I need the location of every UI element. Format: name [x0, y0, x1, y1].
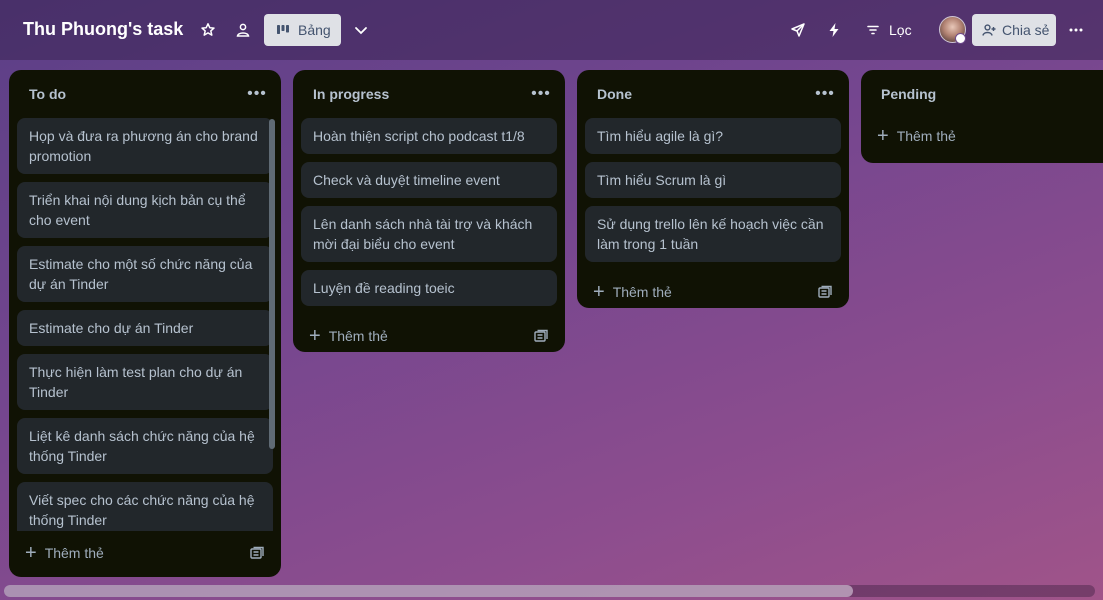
list-header: In progress •••: [293, 70, 565, 118]
card[interactable]: Luyện đề reading toeic: [301, 270, 557, 306]
add-card-button[interactable]: + Thêm thẻ: [593, 282, 672, 302]
card[interactable]: Lên danh sách nhà tài trợ và khách mời đ…: [301, 206, 557, 262]
board-icon: [277, 25, 289, 34]
filter-label: Lọc: [889, 22, 912, 38]
list-header: Done •••: [577, 70, 849, 118]
people-icon[interactable]: [229, 16, 257, 44]
add-person-icon: [982, 24, 996, 36]
list-more-icon[interactable]: •••: [813, 85, 837, 103]
add-card-button[interactable]: + Thêm thẻ: [877, 126, 956, 146]
card[interactable]: Triển khai nội dung kịch bản cụ thể cho …: [17, 182, 273, 238]
plus-icon: +: [593, 281, 605, 303]
list-header: Pending: [861, 70, 1103, 118]
list-cards-scroll[interactable]: Họp và đưa ra phương án cho brand promot…: [9, 118, 281, 531]
chevron-down-icon[interactable]: [347, 16, 375, 44]
add-card-button[interactable]: + Thêm thẻ: [309, 326, 388, 346]
view-board-button[interactable]: Bảng: [264, 14, 341, 46]
star-icon[interactable]: [194, 16, 222, 44]
add-card-label: Thêm thẻ: [328, 328, 388, 344]
plus-icon: +: [877, 125, 889, 147]
list-title[interactable]: To do: [29, 86, 66, 102]
card[interactable]: Estimate cho một số chức năng của dự án …: [17, 246, 273, 302]
card-list: Tìm hiểu agile là gì? Tìm hiểu Scrum là …: [577, 118, 849, 262]
card[interactable]: Estimate cho dự án Tinder: [17, 310, 273, 346]
board-scrollbar-thumb[interactable]: [4, 585, 853, 597]
list-scrollbar[interactable]: [269, 119, 275, 449]
list-footer: + Thêm thẻ: [293, 314, 565, 358]
add-card-label: Thêm thẻ: [44, 545, 104, 561]
list-footer: + Thêm thẻ: [861, 118, 1103, 154]
list-footer: + Thêm thẻ: [9, 531, 281, 575]
view-label: Bảng: [298, 22, 331, 38]
card-list: Hoàn thiện script cho podcast t1/8 Check…: [293, 118, 565, 306]
share-button[interactable]: Chia sẻ: [972, 14, 1056, 46]
list-done: Done ••• Tìm hiểu agile là gì? Tìm hiểu …: [577, 70, 849, 308]
list-more-icon[interactable]: •••: [529, 85, 553, 103]
list-pending: Pending + Thêm thẻ: [861, 70, 1103, 163]
list-to-do: To do ••• Họp và đưa ra phương án cho br…: [9, 70, 281, 577]
plus-icon: +: [25, 542, 37, 564]
card-template-icon[interactable]: [249, 545, 265, 561]
filter-icon: [867, 25, 879, 35]
add-card-label: Thêm thẻ: [896, 128, 956, 144]
board-header: Thu Phuong's task Bảng Lọc Chia sẻ: [0, 0, 1103, 60]
list-footer: + Thêm thẻ: [577, 270, 849, 314]
card-template-icon[interactable]: [533, 328, 549, 344]
card[interactable]: Thực hiện làm test plan cho dự án Tinder: [17, 354, 273, 410]
more-icon[interactable]: [1062, 16, 1090, 44]
add-card-button[interactable]: + Thêm thẻ: [25, 543, 104, 563]
list-title[interactable]: Pending: [881, 86, 936, 102]
share-label: Chia sẻ: [1002, 22, 1050, 38]
lightning-icon[interactable]: [820, 16, 848, 44]
list-title[interactable]: Done: [597, 86, 632, 102]
admin-badge-icon: [955, 33, 966, 44]
list-header: To do •••: [9, 70, 281, 118]
card[interactable]: Tìm hiểu Scrum là gì: [585, 162, 841, 198]
list-more-icon[interactable]: •••: [245, 85, 269, 103]
plus-icon: +: [309, 325, 321, 347]
card-template-icon[interactable]: [817, 284, 833, 300]
add-card-label: Thêm thẻ: [612, 284, 672, 300]
card[interactable]: Check và duyệt timeline event: [301, 162, 557, 198]
rocket-icon[interactable]: [784, 16, 812, 44]
card[interactable]: Viết spec cho các chức năng của hệ thống…: [17, 482, 273, 531]
card[interactable]: Sử dụng trello lên kế hoạch việc cần làm…: [585, 206, 841, 262]
filter-button[interactable]: Lọc: [858, 14, 920, 46]
card[interactable]: Liệt kê danh sách chức năng của hệ thống…: [17, 418, 273, 474]
list-in-progress: In progress ••• Hoàn thiện script cho po…: [293, 70, 565, 352]
card-list: Họp và đưa ra phương án cho brand promot…: [9, 118, 281, 531]
board-title[interactable]: Thu Phuong's task: [23, 19, 183, 40]
card[interactable]: Họp và đưa ra phương án cho brand promot…: [17, 118, 273, 174]
card[interactable]: Tìm hiểu agile là gì?: [585, 118, 841, 154]
card[interactable]: Hoàn thiện script cho podcast t1/8: [301, 118, 557, 154]
list-title[interactable]: In progress: [313, 86, 389, 102]
